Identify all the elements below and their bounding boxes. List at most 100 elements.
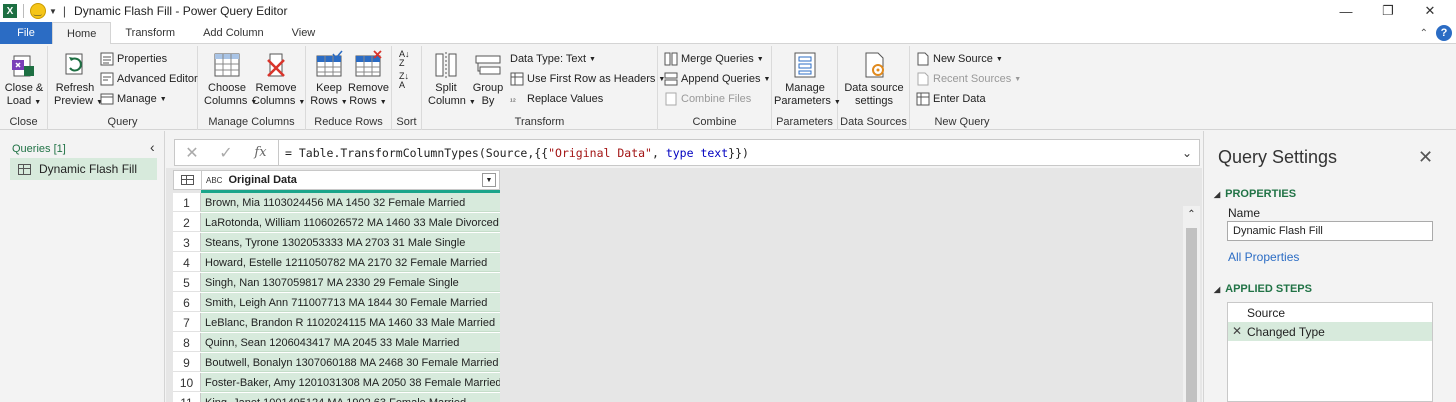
confirm-formula-icon[interactable]: ✓ (209, 143, 243, 163)
text-type-icon[interactable]: ABC (206, 176, 222, 185)
close-and-load-button[interactable]: Close & Load ▼ (4, 50, 44, 109)
row-number[interactable]: 4 (173, 253, 201, 272)
sort-descending-button[interactable]: Z↓ A (399, 72, 409, 90)
ds-label-2: settings (855, 95, 893, 107)
help-icon[interactable]: ? (1436, 25, 1452, 41)
group-by-button[interactable]: Group By (470, 50, 506, 108)
table-menu-button[interactable] (174, 171, 202, 189)
row-number[interactable]: 7 (173, 313, 201, 332)
row-number[interactable]: 3 (173, 233, 201, 252)
data-source-settings-button[interactable]: Data source settings (842, 50, 906, 108)
merge-queries-button[interactable]: Merge Queries ▼ (664, 50, 764, 68)
params-label: Manage (785, 82, 825, 94)
table-cell[interactable]: Quinn, Sean 1206043417 MA 2045 33 Male M… (201, 333, 500, 352)
close-window-button[interactable]: ✕ (1408, 0, 1452, 22)
step-source[interactable]: Source (1228, 303, 1432, 322)
column-header[interactable]: ABC Original Data ▼ (202, 171, 499, 189)
table-cell[interactable]: LeBlanc, Brandon R 1102024115 MA 1460 33… (201, 313, 500, 332)
table-cell[interactable]: Steans, Tyrone 1302053333 MA 2703 31 Mal… (201, 233, 500, 252)
row-number[interactable]: 2 (173, 213, 201, 232)
append-icon (664, 72, 678, 86)
table-cell[interactable]: Singh, Nan 1307059817 MA 2330 29 Female … (201, 273, 500, 292)
row-number[interactable]: 8 (173, 333, 201, 352)
use-first-row-headers-button[interactable]: Use First Row as Headers ▼ (510, 70, 665, 88)
table-cell[interactable]: Howard, Estelle 1211050782 MA 2170 32 Fe… (201, 253, 500, 272)
new-source-button[interactable]: New Source ▼ (916, 50, 1003, 68)
query-name-input[interactable] (1227, 221, 1433, 241)
split-column-button[interactable]: Split Column ▼ (428, 50, 476, 109)
column-header-label: Original Data (228, 174, 297, 186)
table-row[interactable]: 5 Singh, Nan 1307059817 MA 2330 29 Female… (173, 273, 500, 293)
fx-icon[interactable]: fx (243, 140, 279, 165)
table-row[interactable]: 9 Boutwell, Bonalyn 1307060188 MA 2468 30… (173, 353, 500, 373)
formula-input[interactable]: = Table.TransformColumnTypes(Source,{{"O… (285, 146, 1175, 160)
properties-button[interactable]: Properties (100, 50, 167, 68)
choose-columns-button[interactable]: Choose Columns ▼ (204, 50, 257, 109)
scroll-thumb[interactable] (1186, 228, 1197, 402)
quick-access-dropdown-icon[interactable]: ▼ (49, 7, 57, 16)
table-row[interactable]: 3 Steans, Tyrone 1302053333 MA 2703 31 Ma… (173, 233, 500, 253)
append-queries-button[interactable]: Append Queries ▼ (664, 70, 770, 88)
all-properties-link[interactable]: All Properties (1228, 250, 1299, 264)
recent-sources-button[interactable]: Recent Sources ▼ (916, 70, 1021, 88)
append-label: Append Queries (681, 73, 761, 85)
table-icon (181, 175, 194, 185)
row-number[interactable]: 11 (173, 393, 201, 402)
applied-steps-section[interactable]: ◢ APPLIED STEPS (1214, 283, 1312, 295)
minimize-button[interactable]: — (1324, 0, 1368, 22)
collapse-queries-icon[interactable]: ‹ (150, 139, 155, 155)
manage-parameters-button[interactable]: Manage Parameters ▼ (774, 50, 841, 109)
collapse-ribbon-icon[interactable]: ⌃ (1420, 28, 1428, 39)
advanced-editor-button[interactable]: Advanced Editor (100, 70, 198, 88)
remove-rows-button[interactable]: Remove Rows ▼ (348, 50, 389, 109)
scroll-up-icon[interactable]: ⌃ (1183, 206, 1200, 224)
cancel-formula-icon[interactable]: ✕ (175, 143, 209, 163)
table-row[interactable]: 1 Brown, Mia 1103024456 MA 1450 32 Female… (173, 193, 500, 213)
manage-button[interactable]: Manage ▼ (100, 90, 167, 108)
table-cell[interactable]: King, Janet 1001495124 MA 1902 63 Female… (201, 393, 500, 402)
tab-home[interactable]: Home (52, 22, 112, 45)
table-cell[interactable]: LaRotonda, William 1106026572 MA 1460 33… (201, 213, 500, 232)
tab-view[interactable]: View (278, 22, 330, 44)
table-row[interactable]: 8 Quinn, Sean 1206043417 MA 2045 33 Male … (173, 333, 500, 353)
row-number[interactable]: 10 (173, 373, 201, 392)
refresh-preview-button[interactable]: Refresh Preview ▼ (54, 50, 103, 109)
combine-files-button[interactable]: Combine Files (664, 90, 751, 108)
table-row[interactable]: 10 Foster-Baker, Amy 1201031308 MA 2050 3… (173, 373, 500, 393)
table-row[interactable]: 11King, Janet 1001495124 MA 1902 63 Fema… (173, 393, 500, 402)
table-cell[interactable]: Boutwell, Bonalyn 1307060188 MA 2468 30 … (201, 353, 500, 372)
properties-section[interactable]: ◢ PROPERTIES (1214, 188, 1296, 200)
tab-add-column[interactable]: Add Column (189, 22, 278, 44)
keep-rows-button[interactable]: Keep Rows ▼ (310, 50, 348, 109)
table-cell[interactable]: Smith, Leigh Ann 711007713 MA 1844 30 Fe… (201, 293, 500, 312)
table-row[interactable]: 6 Smith, Leigh Ann 711007713 MA 1844 30 F… (173, 293, 500, 313)
row-number[interactable]: 6 (173, 293, 201, 312)
enter-data-button[interactable]: Enter Data (916, 90, 986, 108)
manage-label: Manage (117, 93, 157, 105)
choose-columns-icon (213, 50, 241, 80)
vertical-scrollbar[interactable]: ⌃ (1183, 206, 1200, 402)
step-changed-type[interactable]: ✕ Changed Type (1228, 322, 1432, 341)
row-number[interactable]: 1 (173, 193, 201, 212)
table-row[interactable]: 4 Howard, Estelle 1211050782 MA 2170 32 F… (173, 253, 500, 273)
query-item[interactable]: Dynamic Flash Fill (10, 158, 157, 180)
table-row[interactable]: 7 LeBlanc, Brandon R 1102024115 MA 1460 3… (173, 313, 500, 333)
row-number[interactable]: 9 (173, 353, 201, 372)
feedback-smiley-icon[interactable] (30, 3, 46, 19)
filter-dropdown-icon[interactable]: ▼ (482, 173, 496, 187)
tab-transform[interactable]: Transform (111, 22, 189, 44)
step-label: Changed Type (1247, 324, 1325, 339)
table-row[interactable]: 2 LaRotonda, William 1106026572 MA 1460 3… (173, 213, 500, 233)
restore-button[interactable]: ❐ (1366, 0, 1410, 22)
sort-ascending-button[interactable]: A↓ Z (399, 50, 410, 68)
table-cell[interactable]: Brown, Mia 1103024456 MA 1450 32 Female … (201, 193, 500, 212)
replace-values-button[interactable]: ₁₂ Replace Values (510, 90, 603, 108)
close-icon[interactable]: ✕ (1418, 147, 1433, 168)
tab-file[interactable]: File (0, 22, 52, 44)
row-number[interactable]: 5 (173, 273, 201, 292)
delete-step-icon[interactable]: ✕ (1232, 324, 1242, 338)
expand-formula-icon[interactable]: ⌄ (1175, 146, 1199, 160)
data-type-dropdown[interactable]: Data Type: Text ▼ (510, 50, 596, 68)
table-cell[interactable]: Foster-Baker, Amy 1201031308 MA 2050 38 … (201, 373, 500, 392)
remove-columns-button[interactable]: Remove Columns ▼ (252, 50, 305, 109)
